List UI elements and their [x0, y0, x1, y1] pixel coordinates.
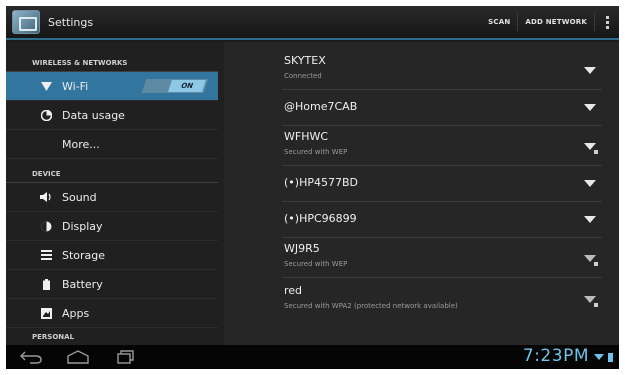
sidebar-item-label: Sound	[62, 190, 97, 204]
settings-screen: Settings SCAN ADD NETWORK WIRELESS & NET…	[6, 6, 619, 369]
sidebar-item-battery[interactable]: Battery	[6, 270, 218, 299]
back-button[interactable]	[18, 348, 46, 366]
sidebar-item-label: Display	[62, 219, 103, 233]
apps-icon	[40, 307, 52, 319]
network-name: red	[284, 284, 303, 297]
settings-app-icon[interactable]	[12, 10, 40, 34]
sidebar-item-storage[interactable]: Storage	[6, 241, 218, 270]
toggle-on-label: ON	[168, 80, 206, 92]
network-name: @Home7CAB	[284, 100, 358, 113]
brightness-icon	[40, 220, 52, 232]
sidebar-item-label: Storage	[62, 248, 106, 262]
recent-apps-icon	[117, 350, 134, 364]
sidebar-item-label: Wi-Fi	[62, 79, 89, 93]
network-name: WFHWC	[284, 130, 329, 143]
sidebar-item-label: Data usage	[62, 108, 125, 122]
add-network-button[interactable]: ADD NETWORK	[518, 18, 594, 26]
sidebar-item-label: Apps	[62, 306, 90, 320]
page-title: Settings	[48, 15, 94, 29]
wifi-signal-locked-icon	[584, 296, 596, 303]
sidebar-item-label: More...	[62, 137, 100, 151]
lock-icon	[594, 150, 598, 154]
battery-icon	[40, 278, 52, 290]
list-item-network[interactable]: SKYTEX Connected	[282, 50, 602, 90]
wifi-signal-icon	[584, 67, 596, 74]
home-button[interactable]	[64, 348, 92, 366]
sidebar-item-label: Battery	[62, 277, 103, 291]
battery-status-icon	[608, 353, 613, 362]
list-item-network[interactable]: (•)HPC96899	[282, 202, 602, 238]
status-clock[interactable]: 7:23PM	[523, 346, 589, 366]
wifi-toggle[interactable]: ON	[141, 79, 209, 93]
wifi-signal-icon	[584, 104, 596, 111]
back-icon	[20, 351, 42, 364]
overflow-menu-icon[interactable]	[595, 6, 619, 39]
action-bar: Settings SCAN ADD NETWORK	[6, 6, 619, 40]
wifi-signal-icon	[584, 216, 596, 223]
list-item-network[interactable]: WJ9R5 Secured with WEP	[282, 238, 602, 278]
network-status: Connected	[284, 72, 322, 80]
wifi-signal-locked-icon	[584, 255, 596, 262]
list-item-network[interactable]: red Secured with WPA2 (protected network…	[282, 278, 602, 322]
network-name: (•)HP4577BD	[284, 176, 358, 189]
data-usage-icon	[40, 109, 52, 121]
network-name: (•)HPC96899	[284, 212, 357, 225]
sidebar-item-wifi[interactable]: Wi-Fi ON	[6, 72, 218, 101]
wifi-icon	[40, 80, 52, 92]
section-header-wireless: WIRELESS & NETWORKS	[6, 42, 218, 72]
network-name: WJ9R5	[284, 242, 320, 255]
section-header-personal: PERSONAL	[6, 328, 218, 345]
storage-icon	[40, 249, 52, 261]
sidebar-item-more[interactable]: More...	[6, 130, 218, 159]
settings-sidebar: WIRELESS & NETWORKS Wi-Fi ON Data usage …	[6, 42, 224, 345]
list-item-network[interactable]: WFHWC Secured with WEP	[282, 126, 602, 166]
sidebar-item-data-usage[interactable]: Data usage	[6, 101, 218, 130]
sidebar-item-sound[interactable]: Sound	[6, 183, 218, 212]
wifi-signal-locked-icon	[584, 143, 596, 150]
lock-icon	[594, 303, 598, 307]
wifi-network-list: SKYTEX Connected @Home7CAB WFHWC Secured…	[224, 42, 619, 345]
system-navigation-bar: 7:23PM	[6, 345, 619, 369]
sidebar-item-apps[interactable]: Apps	[6, 299, 218, 328]
home-icon	[67, 350, 89, 364]
recent-apps-button[interactable]	[110, 348, 138, 366]
network-status: Secured with WEP	[284, 260, 348, 268]
network-status: Secured with WEP	[284, 148, 348, 156]
list-item-network[interactable]: @Home7CAB	[282, 90, 602, 126]
section-header-device: DEVICE	[6, 159, 218, 183]
lock-icon	[594, 262, 598, 266]
list-item-network[interactable]: (•)HP4577BD	[282, 166, 602, 202]
wifi-status-icon	[594, 354, 604, 360]
sidebar-item-display[interactable]: Display	[6, 212, 218, 241]
wifi-signal-icon	[584, 180, 596, 187]
scan-button[interactable]: SCAN	[481, 18, 517, 26]
network-name: SKYTEX	[284, 54, 326, 67]
network-status: Secured with WPA2 (protected network ava…	[284, 302, 458, 310]
speaker-icon	[40, 191, 52, 203]
